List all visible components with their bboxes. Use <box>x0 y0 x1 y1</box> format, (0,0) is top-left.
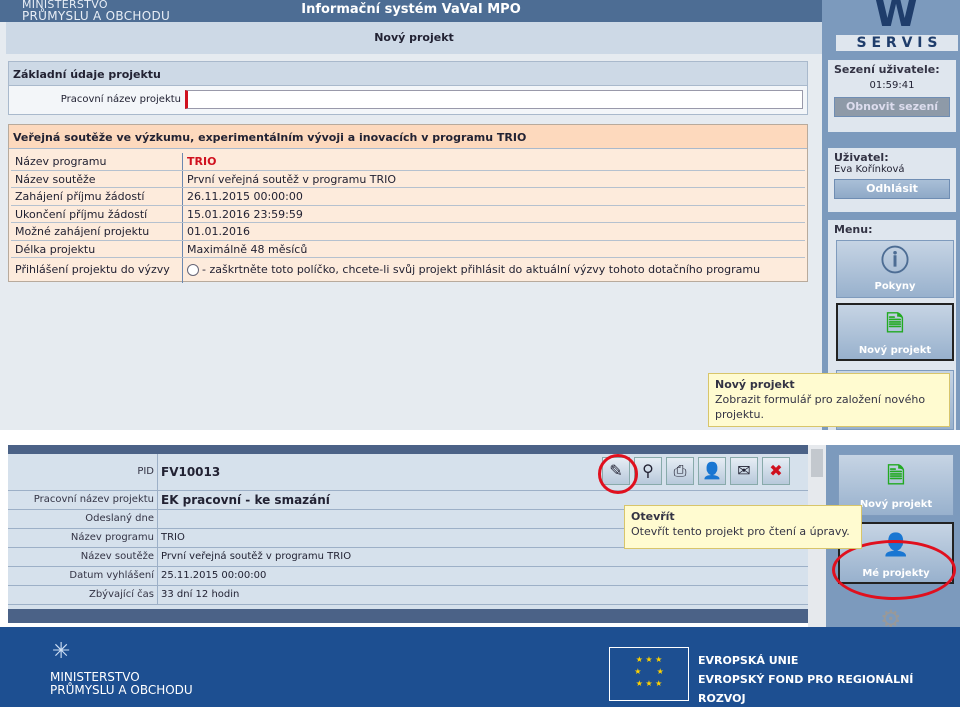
mpo-emblem-icon: ✳ <box>52 639 71 664</box>
row-value: TRIO <box>187 155 217 168</box>
row-label: Zbývající čas <box>8 586 158 604</box>
row-value <box>158 510 161 528</box>
search-icon[interactable]: ⚲ <box>634 457 662 485</box>
mpo-footer-logo: MINISTERSTVO PRŮMYSLU A OBCHODU <box>50 670 193 697</box>
section-title: Veřejná soutěže ve výzkumu, experimentál… <box>9 125 807 149</box>
competition-row: Délka projektu Maximálně 48 měsíců <box>11 240 805 258</box>
row-value: 33 dní 12 hodin <box>161 589 240 600</box>
eu-text: EVROPSKÁ UNIE EVROPSKÝ FOND PRO REGIONÁLN… <box>698 654 914 724</box>
tooltip-text: Zobrazit formulář pro založení nového pr… <box>715 393 926 421</box>
menu-item-pokyny[interactable]: ⓘ Pokyny <box>836 240 954 298</box>
row-value: 26.11.2015 00:00:00 <box>187 190 303 203</box>
session-box: Sezení uživatele: 01:59:41 Obnovit sezen… <box>828 60 956 132</box>
servis-logo-icon: W <box>873 0 919 36</box>
row-value: TRIO <box>161 532 185 543</box>
signup-radio[interactable] <box>187 264 199 276</box>
project-row: Název soutěže První veřejná soutěž v prog… <box>8 548 808 567</box>
row-label: Název programu <box>8 529 158 547</box>
session-time: 01:59:41 <box>869 80 915 91</box>
row-label: PID <box>8 454 158 490</box>
new-document-icon: 🗎 <box>886 312 904 337</box>
row-label: Ukončení příjmu žádostí <box>11 205 183 222</box>
tooltip-title: Otevřít <box>631 510 675 523</box>
basic-info-section: Základní údaje projektu Pracovní název p… <box>8 61 808 115</box>
row-label: Možné zahájení projektu <box>11 223 183 240</box>
user-name: Eva Kořínková <box>834 164 905 175</box>
row-label: Pracovní název projektu <box>8 491 158 509</box>
competition-row: Zahájení příjmu žádostí 26.11.2015 00:00:… <box>11 188 805 206</box>
eu-flag-icon: ★ ★ ★ ★ ★ ★ ★ ★ <box>609 647 689 701</box>
sidebar: W S E R V I S Sezení uživatele: 01:59:41… <box>822 0 960 430</box>
highlight-circle <box>832 540 956 600</box>
page-title: Nový projekt <box>6 22 822 54</box>
row-value: Maximálně 48 měsíců <box>187 242 308 256</box>
signup-label: Přihlášení projektu do výzvy <box>11 258 183 283</box>
row-label: Odeslaný dne <box>8 510 158 528</box>
menu-item-novy-projekt[interactable]: 🗎 Nový projekt <box>836 303 954 361</box>
footer: ✳ MINISTERSTVO PRŮMYSLU A OBCHODU ★ ★ ★ ★ … <box>0 627 960 724</box>
row-value: 15.01.2016 23:59:59 <box>187 207 303 221</box>
row-value: FV10013 <box>161 465 221 479</box>
app-header: MINISTERSTVO PRŮMYSLU A OBCHODU Informačn… <box>0 0 822 22</box>
competition-row: Ukončení příjmu žádostí 15.01.2016 23:59:… <box>11 205 805 223</box>
tooltip-text: Otevřít tento projekt pro čtení a úpravy… <box>631 525 850 538</box>
user-box: Uživatel: Eva Kořínková Odhlásit <box>828 148 956 212</box>
competition-row: Možné zahájení projektu 01.01.2016 <box>11 223 805 241</box>
row-label: Zahájení příjmu žádostí <box>11 188 183 205</box>
row-value: EK pracovní - ke smazání <box>161 493 330 507</box>
logout-button[interactable]: Odhlásit <box>834 179 950 199</box>
menu-label: Menu: <box>834 223 873 236</box>
row-value: První veřejná soutěž v programu TRIO <box>187 172 397 186</box>
send-mail-icon[interactable]: ✉ <box>730 457 758 485</box>
row-label: Název soutěže <box>11 170 183 187</box>
row-value: 25.11.2015 00:00:00 <box>161 570 267 581</box>
refresh-session-button[interactable]: Obnovit sezení <box>834 97 950 117</box>
tooltip-title: Nový projekt <box>715 378 795 391</box>
row-label: Délka projektu <box>11 240 183 257</box>
competition-row: Název programu TRIO <box>11 153 805 171</box>
project-row: Zbývající čas 33 dní 12 hodin <box>8 586 808 605</box>
app-title: Informační systém VaVaI MPO <box>301 2 521 17</box>
info-shield-icon: ⓘ <box>880 244 909 277</box>
add-user-icon[interactable]: 👤 <box>698 457 726 485</box>
user-label: Uživatel: <box>834 151 889 164</box>
project-row: Datum vyhlášení 25.11.2015 00:00:00 <box>8 567 808 586</box>
menu-item-label: Nový projekt <box>859 499 933 510</box>
menu-item-label: Pokyny <box>874 281 916 292</box>
servis-logo-text: S E R V I S <box>836 35 958 51</box>
print-icon[interactable]: ⎙ <box>666 457 694 485</box>
competition-row: Název soutěže První veřejná soutěž v prog… <box>11 170 805 188</box>
signup-text: - zaškrtněte toto políčko, chcete-li svů… <box>202 263 761 276</box>
menu-item-label: Nový projekt <box>858 345 932 356</box>
project-name-input[interactable] <box>185 90 803 109</box>
tooltip-new-project: Nový projekt Zobrazit formulář pro založ… <box>708 373 950 427</box>
row-label: Název soutěže <box>8 548 158 566</box>
row-label: Datum vyhlášení <box>8 567 158 585</box>
field-label: Pracovní název projektu <box>60 94 181 105</box>
highlight-circle <box>598 454 638 494</box>
delete-icon[interactable]: ✖ <box>762 457 790 485</box>
new-document-icon: 🗎 <box>887 464 905 489</box>
tooltip-open: Otevřít Otevřít tento projekt pro čtení … <box>624 505 862 549</box>
row-label: Název programu <box>11 153 183 170</box>
competition-section: Veřejná soutěže ve výzkumu, experimentál… <box>8 124 808 283</box>
row-value: 01.01.2016 <box>187 225 250 238</box>
section-title: Základní údaje projektu <box>9 62 807 86</box>
row-value: První veřejná soutěž v programu TRIO <box>161 551 352 562</box>
new-project-screen: MINISTERSTVO PRŮMYSLU A OBCHODU Informačn… <box>0 0 960 430</box>
session-label: Sezení uživatele: <box>834 63 940 76</box>
